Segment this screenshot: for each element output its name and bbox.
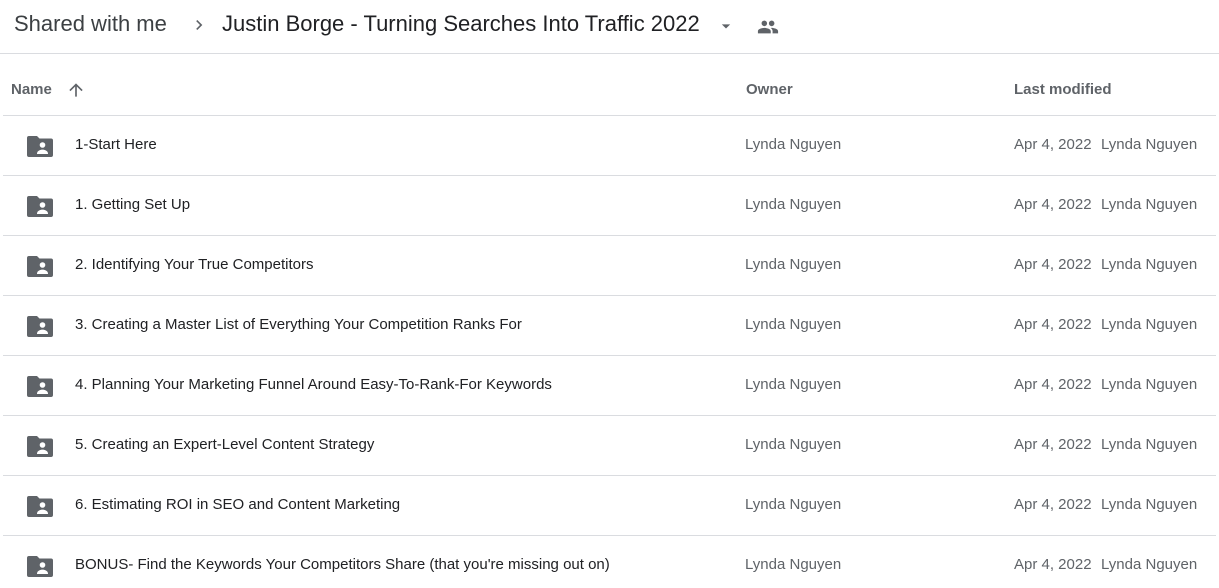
modified-by: Lynda Nguyen [1101, 376, 1198, 393]
modified-date: Apr 4, 2022 [1014, 436, 1092, 453]
shared-folder-icon [27, 256, 53, 277]
file-name: 4. Planning Your Marketing Funnel Around… [75, 376, 552, 393]
owner-name: Lynda Nguyen [745, 256, 842, 273]
file-list: 1-Start Here Lynda Nguyen Apr 4, 2022 Ly… [3, 116, 1216, 588]
arrow-drop-down-icon[interactable] [716, 16, 736, 36]
file-name: 3. Creating a Master List of Everything … [75, 316, 522, 333]
table-row[interactable]: 4. Planning Your Marketing Funnel Around… [3, 356, 1216, 416]
breadcrumb-shared-with-me[interactable]: Shared with me [14, 11, 167, 37]
modified-by: Lynda Nguyen [1101, 556, 1198, 573]
modified-date: Apr 4, 2022 [1014, 136, 1092, 153]
modified-by: Lynda Nguyen [1101, 436, 1198, 453]
owner-name: Lynda Nguyen [745, 556, 842, 573]
shared-folder-icon [27, 376, 53, 397]
breadcrumb: Shared with me Justin Borge - Turning Se… [0, 0, 1219, 54]
owner-name: Lynda Nguyen [745, 496, 842, 513]
arrow-up-icon[interactable] [66, 80, 86, 100]
breadcrumb-current-folder[interactable]: Justin Borge - Turning Searches Into Tra… [222, 11, 700, 37]
modified-date: Apr 4, 2022 [1014, 196, 1092, 213]
file-name: 5. Creating an Expert-Level Content Stra… [75, 436, 375, 453]
modified-date: Apr 4, 2022 [1014, 256, 1092, 273]
modified-by: Lynda Nguyen [1101, 316, 1198, 333]
modified-by: Lynda Nguyen [1101, 496, 1198, 513]
modified-date: Apr 4, 2022 [1014, 376, 1092, 393]
table-row[interactable]: 1. Getting Set Up Lynda Nguyen Apr 4, 20… [3, 176, 1216, 236]
chevron-right-icon [196, 20, 203, 30]
table-row[interactable]: BONUS- Find the Keywords Your Competitor… [3, 536, 1216, 588]
shared-folder-icon [27, 316, 53, 337]
modified-date: Apr 4, 2022 [1014, 316, 1092, 333]
table-row[interactable]: 2. Identifying Your True Competitors Lyn… [3, 236, 1216, 296]
owner-name: Lynda Nguyen [745, 376, 842, 393]
file-name: 2. Identifying Your True Competitors [75, 256, 314, 273]
modified-date: Apr 4, 2022 [1014, 556, 1092, 573]
modified-by: Lynda Nguyen [1101, 196, 1198, 213]
shared-folder-icon [27, 136, 53, 157]
owner-name: Lynda Nguyen [745, 316, 842, 333]
shared-folder-icon [27, 496, 53, 517]
column-header-last-modified[interactable]: Last modified [1014, 81, 1112, 98]
column-header-owner: Owner [746, 81, 793, 98]
file-name: 6. Estimating ROI in SEO and Content Mar… [75, 496, 401, 513]
modified-by: Lynda Nguyen [1101, 136, 1198, 153]
shared-folder-icon [27, 196, 53, 217]
table-row[interactable]: 6. Estimating ROI in SEO and Content Mar… [3, 476, 1216, 536]
table-row[interactable]: 3. Creating a Master List of Everything … [3, 296, 1216, 356]
file-name: 1. Getting Set Up [75, 196, 191, 213]
shared-folder-icon [27, 556, 53, 577]
column-header-row: Name Owner Last modified [3, 54, 1216, 116]
file-name: 1-Start Here [75, 136, 157, 153]
people-icon[interactable] [756, 16, 780, 38]
shared-folder-icon [27, 436, 53, 457]
owner-name: Lynda Nguyen [745, 196, 842, 213]
owner-name: Lynda Nguyen [745, 436, 842, 453]
file-name: BONUS- Find the Keywords Your Competitor… [75, 556, 610, 573]
table-row[interactable]: 1-Start Here Lynda Nguyen Apr 4, 2022 Ly… [3, 116, 1216, 176]
modified-date: Apr 4, 2022 [1014, 496, 1092, 513]
owner-name: Lynda Nguyen [745, 136, 842, 153]
column-header-name[interactable]: Name [11, 81, 52, 98]
table-row[interactable]: 5. Creating an Expert-Level Content Stra… [3, 416, 1216, 476]
modified-by: Lynda Nguyen [1101, 256, 1198, 273]
